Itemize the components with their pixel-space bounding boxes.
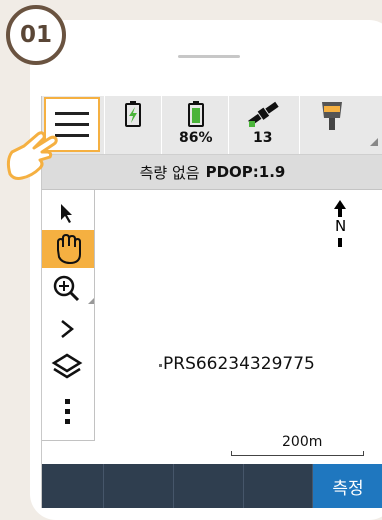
receiver-status[interactable] [300,96,382,154]
sheet-handle [178,55,240,58]
top-toolbar: 86% 13 [42,96,382,155]
pan-hand-icon [57,233,81,265]
survey-point-marker[interactable] [159,364,162,367]
map-tools-panel [42,190,95,441]
expand-tools-button[interactable] [42,312,94,346]
app-screen: 86% 13 측량 없음 PDOP:1.9 N PRS66234329775 2… [41,96,382,508]
zoom-tool-button[interactable] [42,270,94,308]
satellite-status[interactable]: 13 [229,96,299,154]
battery-percent: 86% [179,130,213,146]
gnss-receiver-icon [322,102,378,146]
expand-chevron-icon [61,320,75,338]
softkey-4[interactable] [244,464,313,508]
layers-button[interactable] [42,348,94,386]
battery-charging-icon [125,101,141,127]
softkey-2[interactable] [104,464,174,508]
zoom-in-icon [53,275,94,304]
pdop-value: PDOP:1.9 [205,163,286,181]
battery-status-2[interactable]: 86% [162,96,228,154]
survey-status-text: 측량 없음 [139,163,200,182]
bottom-softkey-bar: 측정 [42,464,382,508]
satellite-count: 13 [253,130,273,146]
softkey-1[interactable] [42,464,104,508]
more-options-button[interactable] [42,394,94,432]
step-number-badge: 01 [6,5,66,65]
survey-status-bar: 측량 없음 PDOP:1.9 [42,155,382,190]
more-vertical-icon [65,399,70,424]
tap-hand-icon [6,131,58,180]
layers-icon [51,353,83,379]
survey-point-label[interactable]: PRS66234329775 [163,354,315,374]
battery-status-1[interactable] [105,96,161,154]
north-label: N [335,217,347,235]
select-tool-button[interactable] [42,196,94,230]
softkey-3[interactable] [174,464,244,508]
scale-bar [231,451,364,456]
scale-label: 200m [282,434,323,450]
north-arrow: N [330,200,350,250]
select-arrow-icon [61,204,72,223]
measure-button[interactable]: 측정 [313,464,382,508]
pan-tool-button[interactable] [42,230,94,268]
